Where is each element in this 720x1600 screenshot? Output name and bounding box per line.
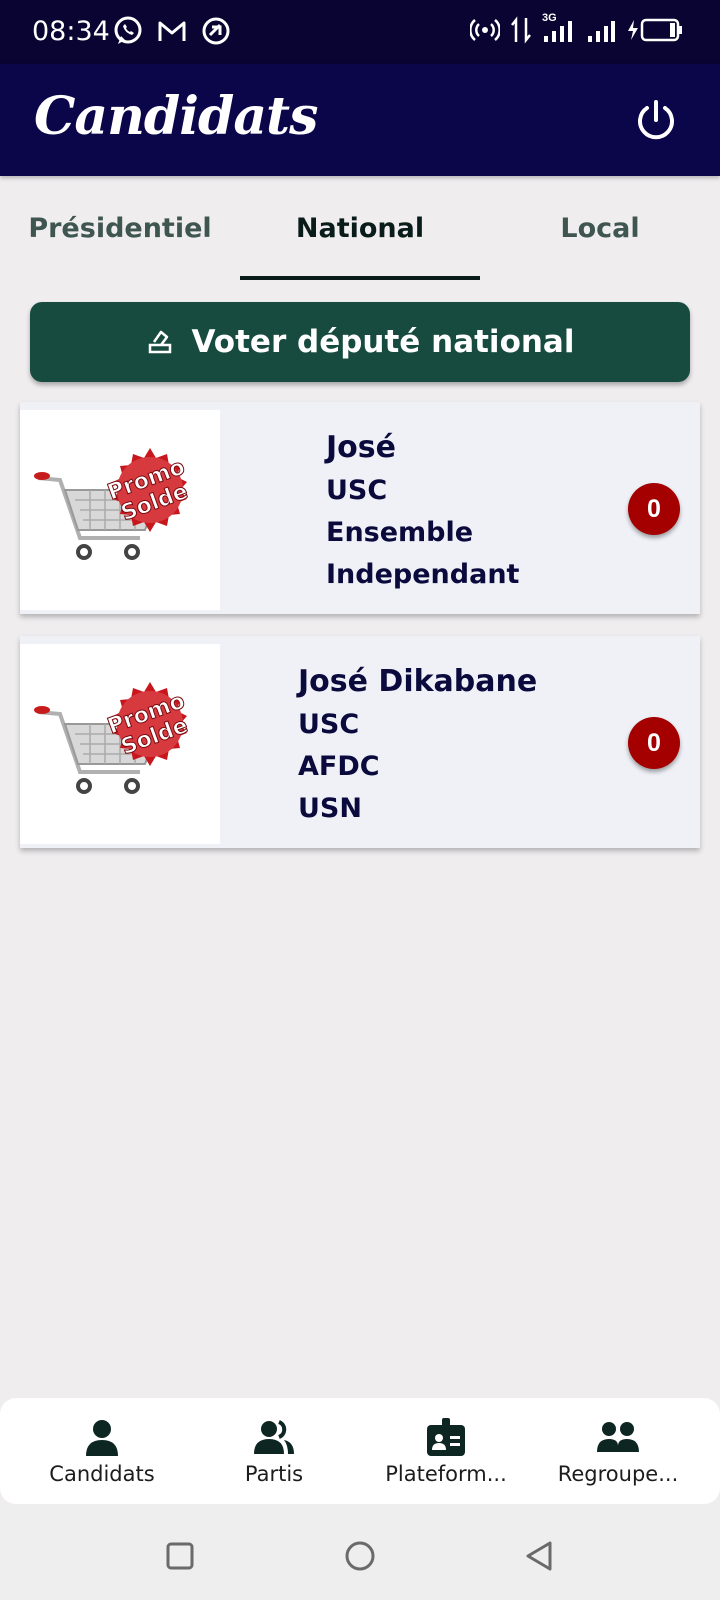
vote-button-label: Voter député national bbox=[191, 324, 575, 360]
data-transfer-icon bbox=[511, 16, 531, 44]
whatsapp-icon bbox=[114, 16, 142, 44]
vote-national-deputy-button[interactable]: Voter député national bbox=[30, 302, 690, 382]
candidate-card[interactable]: Promo Solde José USC Ensemble Independan… bbox=[20, 402, 700, 614]
app-bar: Candidats bbox=[0, 64, 720, 176]
candidate-party-3: Independant bbox=[326, 559, 520, 590]
nav-label: Partis bbox=[244, 1462, 304, 1486]
candidate-party-1: USC bbox=[298, 709, 360, 740]
candidate-name: José Dikabane bbox=[298, 664, 538, 699]
candidate-info: José Dikabane USC AFDC USN bbox=[298, 660, 537, 830]
vote-count-badge: 0 bbox=[628, 717, 680, 769]
recent-apps-square-icon[interactable] bbox=[160, 1536, 200, 1576]
nav-label: Plateform... bbox=[385, 1462, 507, 1486]
candidate-party-1: USC bbox=[326, 475, 388, 506]
ballot-box-icon bbox=[148, 330, 171, 354]
status-bar: 08:34 3G bbox=[0, 0, 720, 64]
candidate-party-3: USN bbox=[298, 793, 362, 824]
candidate-name: José bbox=[326, 430, 396, 465]
candidate-photo: Promo Solde bbox=[20, 410, 220, 610]
person-icon bbox=[86, 1420, 118, 1456]
nav-plateforme[interactable]: Plateform... bbox=[361, 1398, 531, 1504]
nav-label: Regroupe... bbox=[557, 1462, 679, 1486]
candidate-info: José USC Ensemble Independant bbox=[326, 426, 519, 596]
back-triangle-icon[interactable] bbox=[520, 1536, 560, 1576]
candidate-party-2: Ensemble bbox=[326, 517, 474, 548]
tab-bar: Présidentiel National Local bbox=[0, 176, 720, 280]
group-icon bbox=[597, 1422, 639, 1452]
nav-label: Candidats bbox=[49, 1462, 155, 1486]
bottom-navigation: Candidats Partis Plateform... Regroupe..… bbox=[0, 1398, 720, 1504]
tab-presidentiel[interactable]: Présidentiel bbox=[0, 176, 240, 280]
signal-3g-icon: 3G bbox=[542, 12, 576, 44]
logout-power-icon[interactable] bbox=[634, 98, 678, 142]
vote-count-badge: 0 bbox=[628, 483, 680, 535]
candidate-photo: Promo Solde bbox=[20, 644, 220, 844]
candidate-card[interactable]: Promo Solde José Dikabane USC AFDC USN 0 bbox=[20, 636, 700, 848]
candidate-party-2: AFDC bbox=[298, 751, 380, 782]
gmail-icon bbox=[158, 21, 186, 41]
hotspot-icon bbox=[470, 19, 500, 41]
active-tab-indicator bbox=[240, 276, 480, 280]
users-icon bbox=[254, 1420, 294, 1454]
home-circle-icon[interactable] bbox=[340, 1536, 380, 1576]
system-navigation-bar bbox=[0, 1504, 720, 1600]
nav-candidats[interactable]: Candidats bbox=[17, 1398, 187, 1504]
battery-charging-icon bbox=[628, 18, 682, 42]
nav-regroupement[interactable]: Regroupe... bbox=[533, 1398, 703, 1504]
status-time: 08:34 bbox=[32, 16, 110, 47]
app-notification-icon bbox=[202, 17, 230, 45]
nav-partis[interactable]: Partis bbox=[189, 1398, 359, 1504]
signal-icon bbox=[588, 21, 615, 42]
page-title: Candidats bbox=[34, 86, 318, 147]
id-badge-icon bbox=[427, 1418, 465, 1456]
tab-local[interactable]: Local bbox=[480, 176, 720, 280]
tab-national[interactable]: National bbox=[240, 176, 480, 280]
